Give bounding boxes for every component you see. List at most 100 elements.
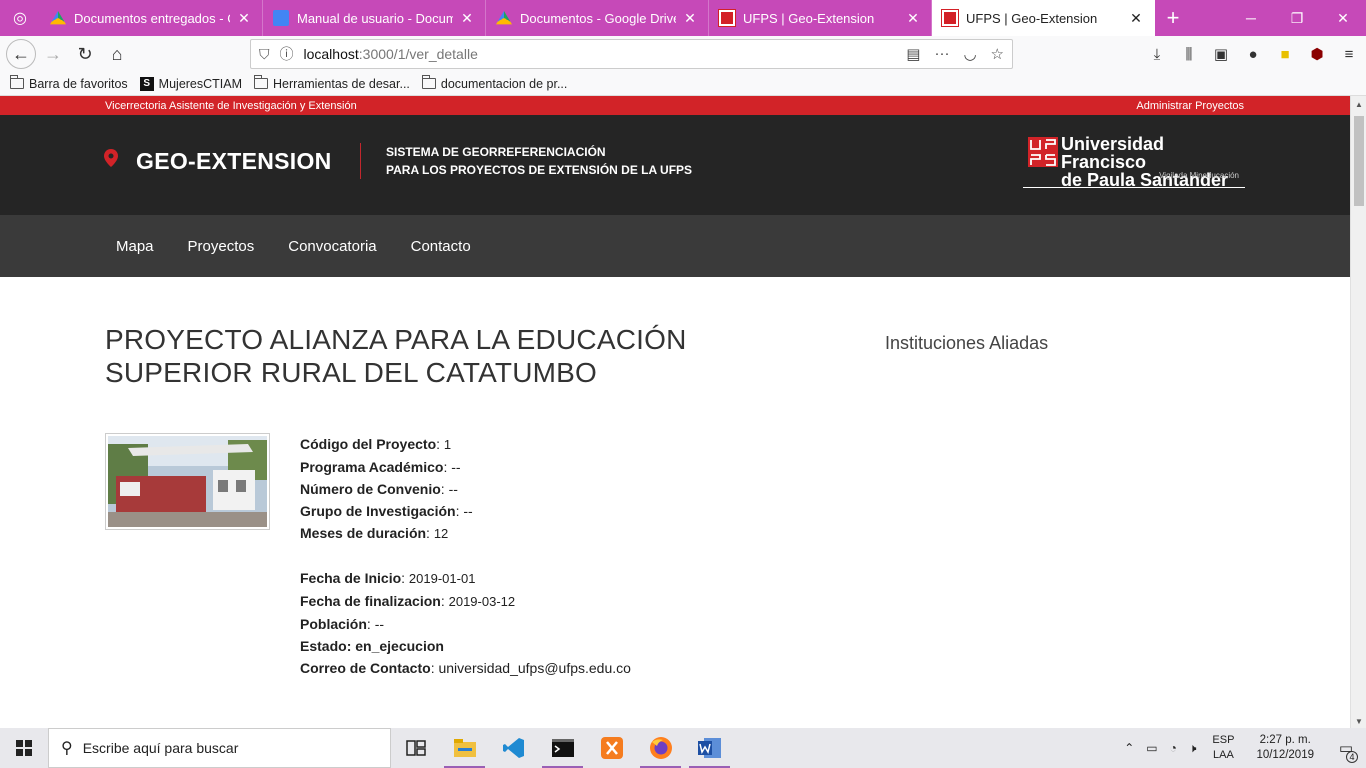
project-title: PROYECTO ALIANZA PARA LA EDUCACIÓN SUPER… — [105, 324, 687, 388]
field-label: Estado — [300, 638, 347, 654]
restore-icon[interactable]: ❐ — [1274, 0, 1320, 36]
field-programa: Programa Académico: -- — [300, 459, 461, 475]
home-icon[interactable]: ⌂ — [102, 39, 132, 69]
vicerrectoria-link[interactable]: Vicerrectoria Asistente de Investigación… — [105, 100, 357, 112]
campus-photo-image — [108, 436, 267, 527]
scroll-up-icon[interactable]: ▲ — [1351, 100, 1366, 109]
reload-icon[interactable]: ↻ — [70, 39, 100, 69]
show-hidden-icons-icon[interactable]: ⌃ — [1118, 741, 1140, 755]
s-icon: S — [139, 76, 154, 91]
university-logo[interactable]: Universidad Francisco de Paula Santander… — [1023, 135, 1245, 189]
tagline-line-1: SISTEMA DE GEORREFERENCIACIÓN — [386, 145, 606, 159]
battery-icon[interactable]: ▭ — [1140, 741, 1163, 755]
clock-date: 10/12/2019 — [1256, 749, 1314, 761]
ublock-icon[interactable]: ⬢ — [1306, 45, 1328, 63]
project-photo — [105, 433, 270, 530]
volume-muted-icon[interactable]: 🕨 — [1183, 741, 1203, 756]
field-value: 2019-01-01 — [408, 571, 476, 586]
menu-item-proyectos[interactable]: Proyectos — [188, 238, 255, 255]
field-value: universidad_ufps@ufps.edu.co — [438, 660, 631, 676]
menu-item-mapa[interactable]: Mapa — [116, 238, 154, 255]
clock[interactable]: 2:27 p. m. 10/12/2019 — [1244, 733, 1326, 763]
ufps-logo-icon — [1028, 137, 1058, 167]
pocket-icon[interactable]: ◡ — [963, 45, 976, 63]
menu-item-convocatoria[interactable]: Convocatoria — [288, 238, 376, 255]
docs-icon — [273, 10, 289, 26]
forward-icon[interactable]: → — [38, 39, 68, 69]
field-fecha-fin: Fecha de finalizacion: 2019-03-12 — [300, 593, 516, 609]
library-icon[interactable]: ⫼ — [1178, 46, 1200, 63]
tagline-line-2: PARA LOS PROYECTOS DE EXTENSIÓN DE LA UF… — [386, 163, 693, 177]
site-tagline: SISTEMA DE GEORREFERENCIACIÓN PARA LOS P… — [386, 143, 692, 179]
sidebar-icon[interactable]: ▣ — [1210, 45, 1232, 63]
field-correo: Correo de Contacto: universidad_ufps@ufp… — [300, 660, 631, 676]
bookmark-item[interactable]: S MujeresCTIAM — [139, 76, 243, 91]
site-brand[interactable]: GEO-EXTENSION — [136, 148, 332, 175]
close-icon[interactable]: ✕ — [1128, 10, 1144, 27]
browser-tab[interactable]: Documentos - Google Drive ✕ — [486, 0, 709, 36]
allied-institutions-title: Instituciones Aliadas — [885, 333, 1049, 353]
url-path: :3000/1/ver_detalle — [358, 46, 478, 62]
wifi-icon[interactable]: ◔ — [1164, 741, 1183, 755]
globe-icon[interactable]: ◎ — [0, 0, 40, 36]
site-header: GEO-EXTENSION SISTEMA DE GEORREFERENCIAC… — [0, 115, 1350, 215]
bookmark-item[interactable]: Herramientas de desar... — [254, 75, 410, 91]
reader-view-icon[interactable]: ▤ — [906, 45, 920, 63]
browser-tab[interactable]: Manual de usuario - Document ✕ — [263, 0, 486, 36]
download-icon[interactable]: ⤓ — [1146, 46, 1168, 63]
back-icon[interactable]: ← — [6, 39, 36, 69]
taskbar-search[interactable]: ⚲ Escribe aquí para buscar — [48, 728, 391, 768]
menu-item-contacto[interactable]: Contacto — [411, 238, 471, 255]
close-icon[interactable]: ✕ — [236, 10, 252, 27]
browser-tab[interactable]: UFPS | Geo-Extension ✕ — [709, 0, 932, 36]
tab-title: UFPS | Geo-Extension — [743, 10, 875, 26]
system-tray: ⌃ ▭ ◔ 🕨 ESP LAA 2:27 p. m. 10/12/2019 ▭ 4 — [1118, 728, 1366, 768]
bookmark-item[interactable]: Barra de favoritos — [10, 75, 128, 91]
bookmark-star-icon[interactable]: ☆ — [991, 45, 1004, 63]
field-value: -- — [448, 481, 458, 497]
browser-tab[interactable]: Documentos entregados - Goo ✕ — [40, 0, 263, 36]
bookmark-label: MujeresCTIAM — [158, 76, 243, 91]
close-icon[interactable]: ✕ — [459, 10, 475, 27]
menu-icon[interactable]: ≡ — [1338, 46, 1360, 63]
terminal-icon[interactable] — [538, 728, 587, 768]
browser-nav-bar: ← → ↻ ⌂ ⛉ ⓘ localhost:3000/1/ver_detalle… — [0, 36, 1366, 72]
clock-time: 2:27 p. m. — [1259, 734, 1311, 746]
account-icon[interactable]: ● — [1242, 46, 1264, 63]
more-icon[interactable]: ··· — [934, 45, 949, 63]
scrollbar-thumb[interactable] — [1354, 116, 1364, 206]
field-label: Grupo de Investigación — [300, 503, 456, 519]
minimize-icon[interactable]: ─ — [1228, 0, 1274, 36]
tab-title: Documentos - Google Drive — [520, 10, 676, 26]
admin-projects-link[interactable]: Administrar Proyectos — [1136, 100, 1244, 112]
page-scrollbar[interactable]: ▲ ▼ — [1350, 96, 1366, 728]
vscode-icon[interactable] — [489, 728, 538, 768]
task-view-icon[interactable] — [391, 728, 440, 768]
info-icon[interactable]: ⓘ — [280, 44, 294, 64]
file-explorer-icon[interactable] — [440, 728, 489, 768]
shield-icon[interactable]: ⛉ — [259, 46, 270, 63]
scroll-down-icon[interactable]: ▼ — [1351, 717, 1366, 726]
language-indicator[interactable]: ESP LAA — [1202, 733, 1244, 763]
field-value: en_ejecucion — [355, 638, 444, 654]
url-bar[interactable]: ⛉ ⓘ localhost:3000/1/ver_detalle ▤ ··· ◡… — [250, 39, 1013, 69]
field-label: Fecha de Inicio — [300, 570, 402, 586]
field-value: 1 — [443, 437, 452, 452]
ufps-icon — [718, 9, 736, 27]
url-host: localhost — [303, 46, 359, 62]
browser-tab-active[interactable]: UFPS | Geo-Extension ✕ — [932, 0, 1155, 36]
field-value: -- — [374, 616, 385, 632]
extension-icon[interactable]: ■ — [1274, 46, 1296, 63]
word-icon[interactable] — [685, 728, 734, 768]
notifications-icon[interactable]: ▭ 4 — [1326, 739, 1366, 763]
firefox-icon[interactable] — [636, 728, 685, 768]
close-icon[interactable]: ✕ — [905, 10, 921, 27]
new-tab-icon[interactable]: + — [1155, 0, 1191, 36]
ufps-icon — [941, 9, 959, 27]
bookmark-label: Barra de favoritos — [29, 76, 128, 91]
close-window-icon[interactable]: ✕ — [1320, 0, 1366, 36]
xampp-icon[interactable] — [587, 728, 636, 768]
close-icon[interactable]: ✕ — [682, 10, 698, 27]
bookmark-item[interactable]: documentacion de pr... — [421, 75, 567, 91]
windows-start-icon[interactable] — [0, 728, 48, 768]
